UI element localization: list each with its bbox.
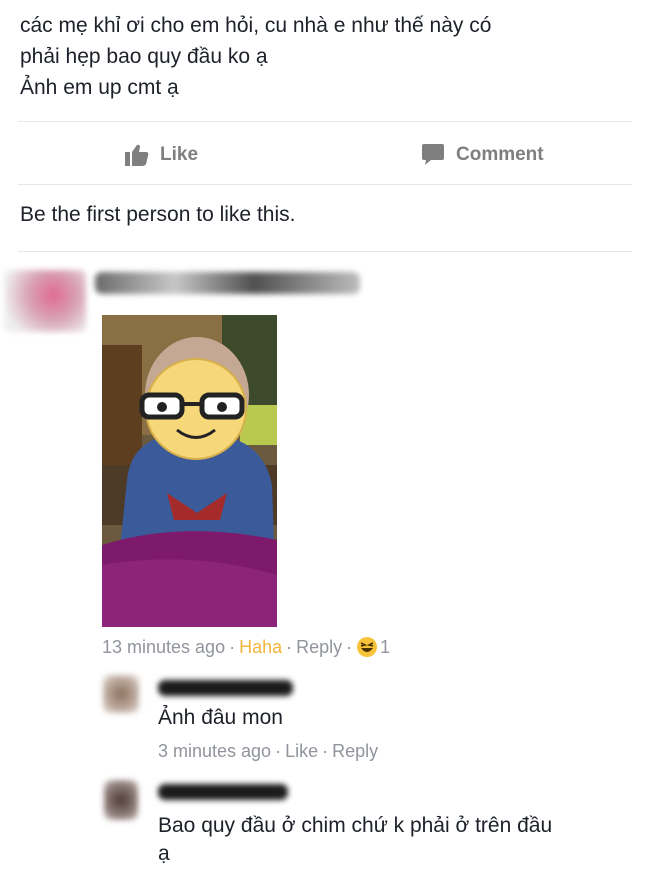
reply-name-redacted xyxy=(158,784,288,800)
reaction-count[interactable]: 1 xyxy=(380,637,390,658)
comment-timestamp[interactable]: 13 minutes ago xyxy=(102,637,225,658)
reply-avatar[interactable] xyxy=(103,675,139,713)
reply-name-redacted xyxy=(158,680,293,696)
reply-like-link[interactable]: Like xyxy=(285,741,318,762)
comment-bubble-icon xyxy=(422,144,444,165)
haha-reaction-link[interactable]: Haha xyxy=(239,637,282,658)
reply-meta: 3 minutes ago · Like · Reply xyxy=(158,741,379,762)
reply-text-line: ạ xyxy=(158,842,170,865)
comment-button[interactable]: Comment xyxy=(420,140,544,170)
like-label: Like xyxy=(160,144,199,165)
post-text-line: các mẹ khỉ ơi cho em hỏi, cu nhà e như t… xyxy=(20,14,492,37)
comment-label: Comment xyxy=(456,144,544,165)
reply-text: Ảnh đâu mon xyxy=(158,706,283,729)
reply-avatar[interactable] xyxy=(104,780,138,820)
comment-meta: 13 minutes ago · Haha · Reply · 1 xyxy=(102,636,391,658)
haha-emoji-icon[interactable] xyxy=(356,636,378,658)
divider xyxy=(18,251,632,252)
thumbs-up-icon xyxy=(125,144,149,166)
post-text: các mẹ khỉ ơi cho em hỏi, cu nhà e như t… xyxy=(20,10,630,103)
post-text-line: phải hẹp bao quy đầu ko ạ xyxy=(20,45,268,68)
reply-text-line: Bao quy đầu ở chim chứ k phải ở trên đầu xyxy=(158,814,553,837)
reply-link[interactable]: Reply xyxy=(296,637,342,658)
likes-summary: Be the first person to like this. xyxy=(20,203,296,226)
comment-photo[interactable] xyxy=(102,315,277,627)
reply-text: Bao quy đầu ở chim chứ k phải ở trên đầu… xyxy=(158,812,638,868)
commenter-avatar[interactable] xyxy=(4,270,86,332)
divider xyxy=(18,184,632,185)
baby-photo-illustration xyxy=(102,315,277,627)
reply-reply-link[interactable]: Reply xyxy=(332,741,378,762)
reply-timestamp[interactable]: 3 minutes ago xyxy=(158,741,271,762)
post-text-line: Ảnh em up cmt ạ xyxy=(20,76,179,99)
commenter-name-redacted xyxy=(95,272,360,294)
divider xyxy=(18,121,632,122)
like-button[interactable]: Like xyxy=(124,140,198,170)
